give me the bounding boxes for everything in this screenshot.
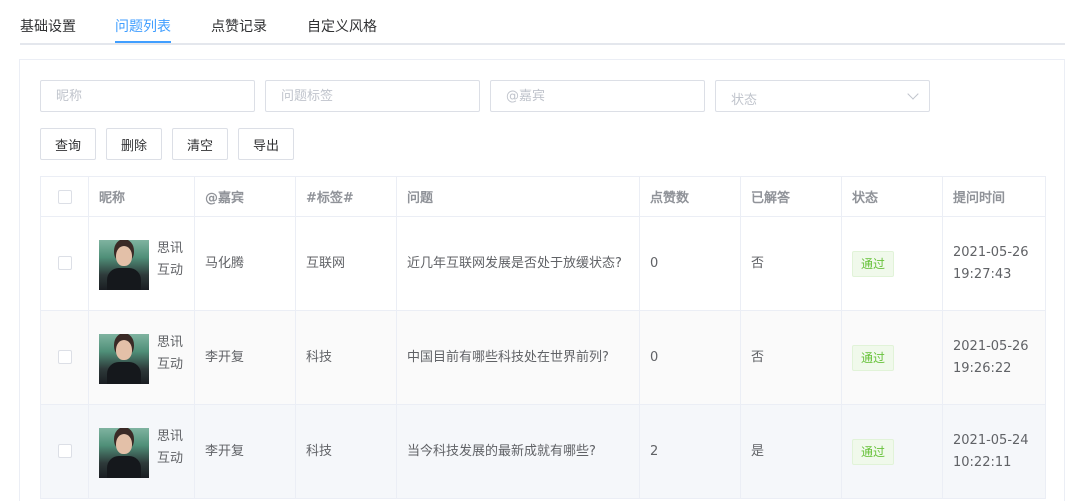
nickname-text: 思讯互动 bbox=[157, 428, 184, 466]
nickname-filter bbox=[40, 80, 255, 112]
question-list-panel: 状态 查询 删除 清空 导出 昵称 @嘉宾 #标签# 问题 点赞数 已解答 bbox=[19, 59, 1065, 501]
time-cell: 2021-05-26 19:26:22 bbox=[942, 310, 1046, 405]
likes-cell: 0 bbox=[639, 216, 741, 311]
select-all-cell bbox=[40, 176, 89, 217]
time-cell: 2021-05-24 10:22:11 bbox=[942, 404, 1046, 499]
tab-question-list[interactable]: 问题列表 bbox=[115, 16, 171, 36]
avatar bbox=[99, 427, 149, 478]
answered-cell: 否 bbox=[740, 310, 842, 405]
header-question: 问题 bbox=[396, 176, 640, 217]
tab-like-records[interactable]: 点赞记录 bbox=[211, 16, 267, 36]
tag-filter bbox=[265, 80, 480, 112]
header-status: 状态 bbox=[841, 176, 943, 217]
question-cell: 近几年互联网发展是否处于放缓状态? bbox=[396, 216, 640, 311]
select-all-checkbox[interactable] bbox=[57, 189, 72, 204]
status-badge: 通过 bbox=[852, 438, 895, 465]
row-select-cell bbox=[40, 216, 89, 311]
delete-button[interactable]: 删除 bbox=[106, 128, 162, 160]
avatar bbox=[99, 333, 149, 384]
header-answered: 已解答 bbox=[740, 176, 842, 217]
answered-cell: 是 bbox=[740, 404, 842, 499]
tag-cell: 互联网 bbox=[295, 216, 397, 311]
active-tab-indicator bbox=[115, 41, 171, 43]
avatar bbox=[99, 239, 149, 290]
guest-input[interactable] bbox=[491, 81, 704, 111]
row-checkbox[interactable] bbox=[57, 444, 72, 458]
row-checkbox[interactable] bbox=[57, 256, 72, 270]
question-cell: 中国目前有哪些科技处在世界前列? bbox=[396, 310, 640, 405]
status-select[interactable]: 状态 bbox=[715, 80, 930, 112]
likes-cell: 2 bbox=[639, 404, 741, 499]
nickname-text: 思讯互动 bbox=[157, 334, 184, 372]
row-checkbox[interactable] bbox=[57, 350, 72, 364]
header-nickname: 昵称 bbox=[88, 176, 195, 217]
nickname-input[interactable] bbox=[41, 81, 254, 111]
guest-cell: 李开复 bbox=[194, 404, 296, 499]
table-row[interactable]: 思讯互动 马化腾 互联网 近几年互联网发展是否处于放缓状态? 0 否 通过 20… bbox=[40, 216, 1046, 311]
nickname-cell: 思讯互动 bbox=[88, 216, 195, 311]
guest-filter bbox=[490, 80, 705, 112]
tab-custom-style[interactable]: 自定义风格 bbox=[307, 16, 377, 36]
tag-input[interactable] bbox=[266, 81, 479, 111]
header-tag: #标签# bbox=[295, 176, 397, 217]
row-select-cell bbox=[40, 404, 89, 499]
status-badge: 通过 bbox=[852, 250, 895, 277]
chevron-down-icon bbox=[907, 88, 919, 100]
nickname-cell: 思讯互动 bbox=[88, 404, 195, 499]
status-cell: 通过 bbox=[841, 216, 943, 311]
nickname-cell: 思讯互动 bbox=[88, 310, 195, 405]
tag-cell: 科技 bbox=[295, 404, 397, 499]
status-badge: 通过 bbox=[852, 344, 895, 371]
table-header-row: 昵称 @嘉宾 #标签# 问题 点赞数 已解答 状态 提问时间 bbox=[40, 176, 1046, 217]
status-select-placeholder: 状态 bbox=[731, 93, 758, 108]
guest-cell: 马化腾 bbox=[194, 216, 296, 311]
query-button[interactable]: 查询 bbox=[40, 128, 96, 160]
export-button[interactable]: 导出 bbox=[238, 128, 294, 160]
row-select-cell bbox=[40, 310, 89, 405]
header-likes: 点赞数 bbox=[639, 176, 741, 217]
table-row[interactable]: 思讯互动 李开复 科技 当今科技发展的最新成就有哪些? 2 是 通过 2021-… bbox=[40, 404, 1046, 499]
clear-button[interactable]: 清空 bbox=[172, 128, 228, 160]
question-table: 昵称 @嘉宾 #标签# 问题 点赞数 已解答 状态 提问时间 思讯互动 马化腾 … bbox=[40, 176, 1046, 499]
tag-cell: 科技 bbox=[295, 310, 397, 405]
table-row[interactable]: 思讯互动 李开复 科技 中国目前有哪些科技处在世界前列? 0 否 通过 2021… bbox=[40, 310, 1046, 405]
likes-cell: 0 bbox=[639, 310, 741, 405]
question-cell: 当今科技发展的最新成就有哪些? bbox=[396, 404, 640, 499]
tab-basic-settings[interactable]: 基础设置 bbox=[20, 16, 76, 36]
guest-cell: 李开复 bbox=[194, 310, 296, 405]
header-guest: @嘉宾 bbox=[194, 176, 296, 217]
status-cell: 通过 bbox=[841, 310, 943, 405]
time-cell: 2021-05-26 19:27:43 bbox=[942, 216, 1046, 311]
header-time: 提问时间 bbox=[942, 176, 1046, 217]
nickname-text: 思讯互动 bbox=[157, 240, 184, 278]
tab-bar: 基础设置 问题列表 点赞记录 自定义风格 bbox=[20, 0, 1065, 45]
status-cell: 通过 bbox=[841, 404, 943, 499]
answered-cell: 否 bbox=[740, 216, 842, 311]
